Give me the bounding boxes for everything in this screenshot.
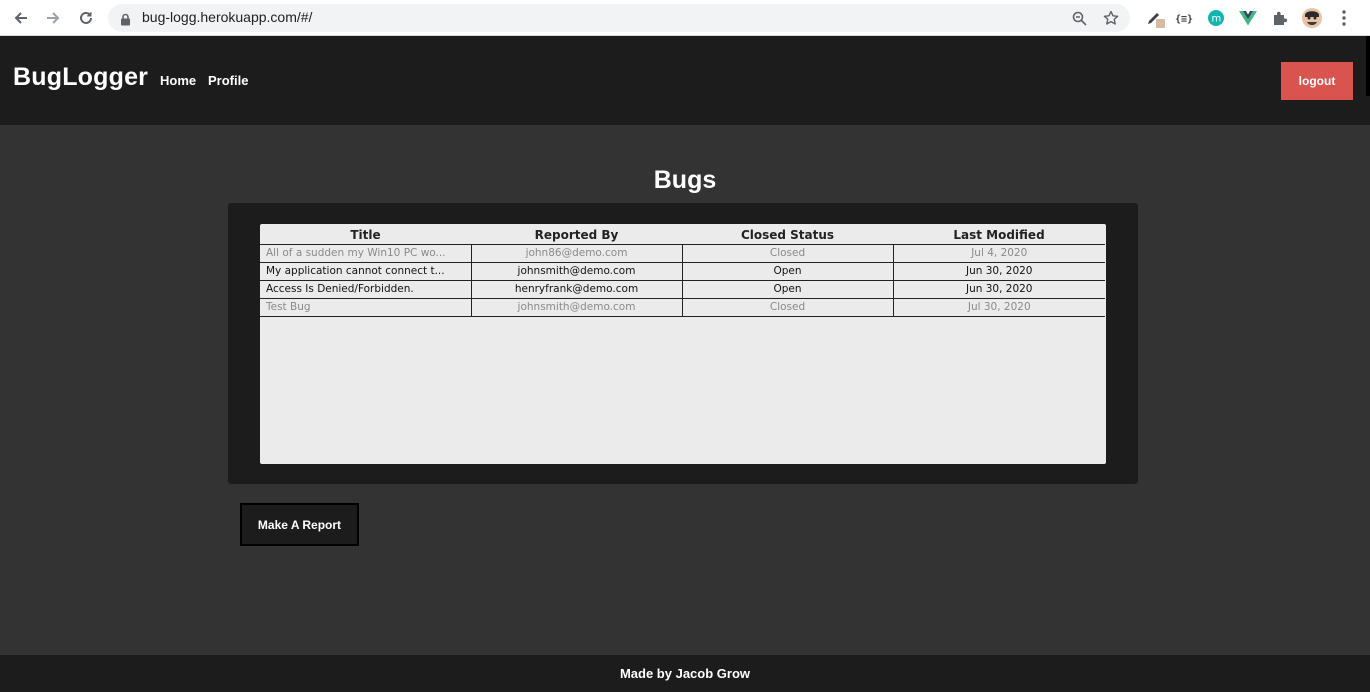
svg-text:{≡}: {≡}	[1175, 14, 1193, 25]
footer-credit: Made by Jacob Grow	[619, 666, 751, 681]
footer: Made by Jacob Grow	[0, 655, 1370, 692]
last-modified-cell: Jun 30, 2020	[893, 261, 1105, 281]
status-cell: Open	[682, 261, 894, 281]
address-bar[interactable]: bug-logg.herokuapp.com/#/	[108, 4, 1130, 32]
browser-toolbar: bug-logg.herokuapp.com/#/ {≡} m	[0, 0, 1370, 36]
svg-text:m: m	[1212, 14, 1222, 25]
nav-profile-link[interactable]: Profile	[208, 73, 248, 88]
status-cell: Closed	[682, 243, 894, 263]
bookmark-star-icon[interactable]	[1102, 9, 1120, 27]
bug-title-cell[interactable]: All of a sudden my Win10 PC wo...	[260, 243, 472, 263]
reload-icon[interactable]	[74, 6, 98, 30]
url-text: bug-logg.herokuapp.com/#/	[142, 9, 313, 25]
bugs-table-container: Title Reported By Closed Status Last Mod…	[260, 224, 1106, 464]
table-row[interactable]: Test Bug johnsmith@demo.com Closed Jul 3…	[260, 297, 1105, 317]
column-header-reported-by[interactable]: Reported By	[471, 224, 682, 245]
page-title: Bugs	[653, 166, 717, 194]
reported-by-cell: john86@demo.com	[471, 243, 683, 263]
vue-devtools-icon[interactable]	[1237, 7, 1259, 29]
chrome-menu-icon[interactable]	[1333, 7, 1355, 29]
back-icon[interactable]	[9, 6, 33, 30]
reported-by-cell: johnsmith@demo.com	[471, 297, 683, 317]
column-header-closed-status[interactable]: Closed Status	[682, 224, 893, 245]
puzzle-piece-icon[interactable]	[1269, 7, 1291, 29]
logout-button[interactable]: logout	[1281, 62, 1353, 100]
table-row[interactable]: My application cannot connect t... johns…	[260, 261, 1105, 281]
lock-icon	[120, 11, 131, 30]
status-cell: Closed	[682, 297, 894, 317]
table-row[interactable]: Access Is Denied/Forbidden. henryfrank@d…	[260, 279, 1105, 299]
bugs-card: Title Reported By Closed Status Last Mod…	[228, 203, 1138, 484]
status-cell: Open	[682, 279, 894, 299]
bug-title-cell[interactable]: Test Bug	[260, 297, 472, 317]
m-extension-icon[interactable]: m	[1205, 7, 1227, 29]
forward-icon[interactable]	[41, 6, 65, 30]
table-row[interactable]: All of a sudden my Win10 PC wo... john86…	[260, 243, 1105, 263]
brand-logo[interactable]: BugLogger	[13, 63, 148, 92]
zoom-icon[interactable]	[1070, 9, 1088, 27]
make-report-button[interactable]: Make A Report	[240, 503, 359, 546]
last-modified-cell: Jun 30, 2020	[893, 279, 1105, 299]
json-viewer-icon[interactable]: {≡}	[1173, 7, 1195, 29]
column-header-last-modified[interactable]: Last Modified	[893, 224, 1105, 245]
bugs-table: Title Reported By Closed Status Last Mod…	[260, 224, 1105, 317]
reported-by-cell: henryfrank@demo.com	[471, 279, 683, 299]
last-modified-cell: Jul 30, 2020	[893, 297, 1105, 317]
app-header: BugLogger Home Profile logout	[0, 36, 1370, 125]
nav-home-link[interactable]: Home	[160, 73, 196, 88]
last-modified-cell: Jul 4, 2020	[893, 243, 1105, 263]
header-edge-divider	[1366, 36, 1370, 96]
bug-title-cell[interactable]: Access Is Denied/Forbidden.	[260, 279, 472, 299]
reported-by-cell: johnsmith@demo.com	[471, 261, 683, 281]
eyedropper-icon[interactable]	[1145, 7, 1167, 29]
column-header-title[interactable]: Title	[260, 224, 471, 245]
table-header-row: Title Reported By Closed Status Last Mod…	[260, 224, 1105, 245]
profile-avatar-icon[interactable]	[1301, 7, 1323, 29]
bug-title-cell[interactable]: My application cannot connect t...	[260, 261, 472, 281]
